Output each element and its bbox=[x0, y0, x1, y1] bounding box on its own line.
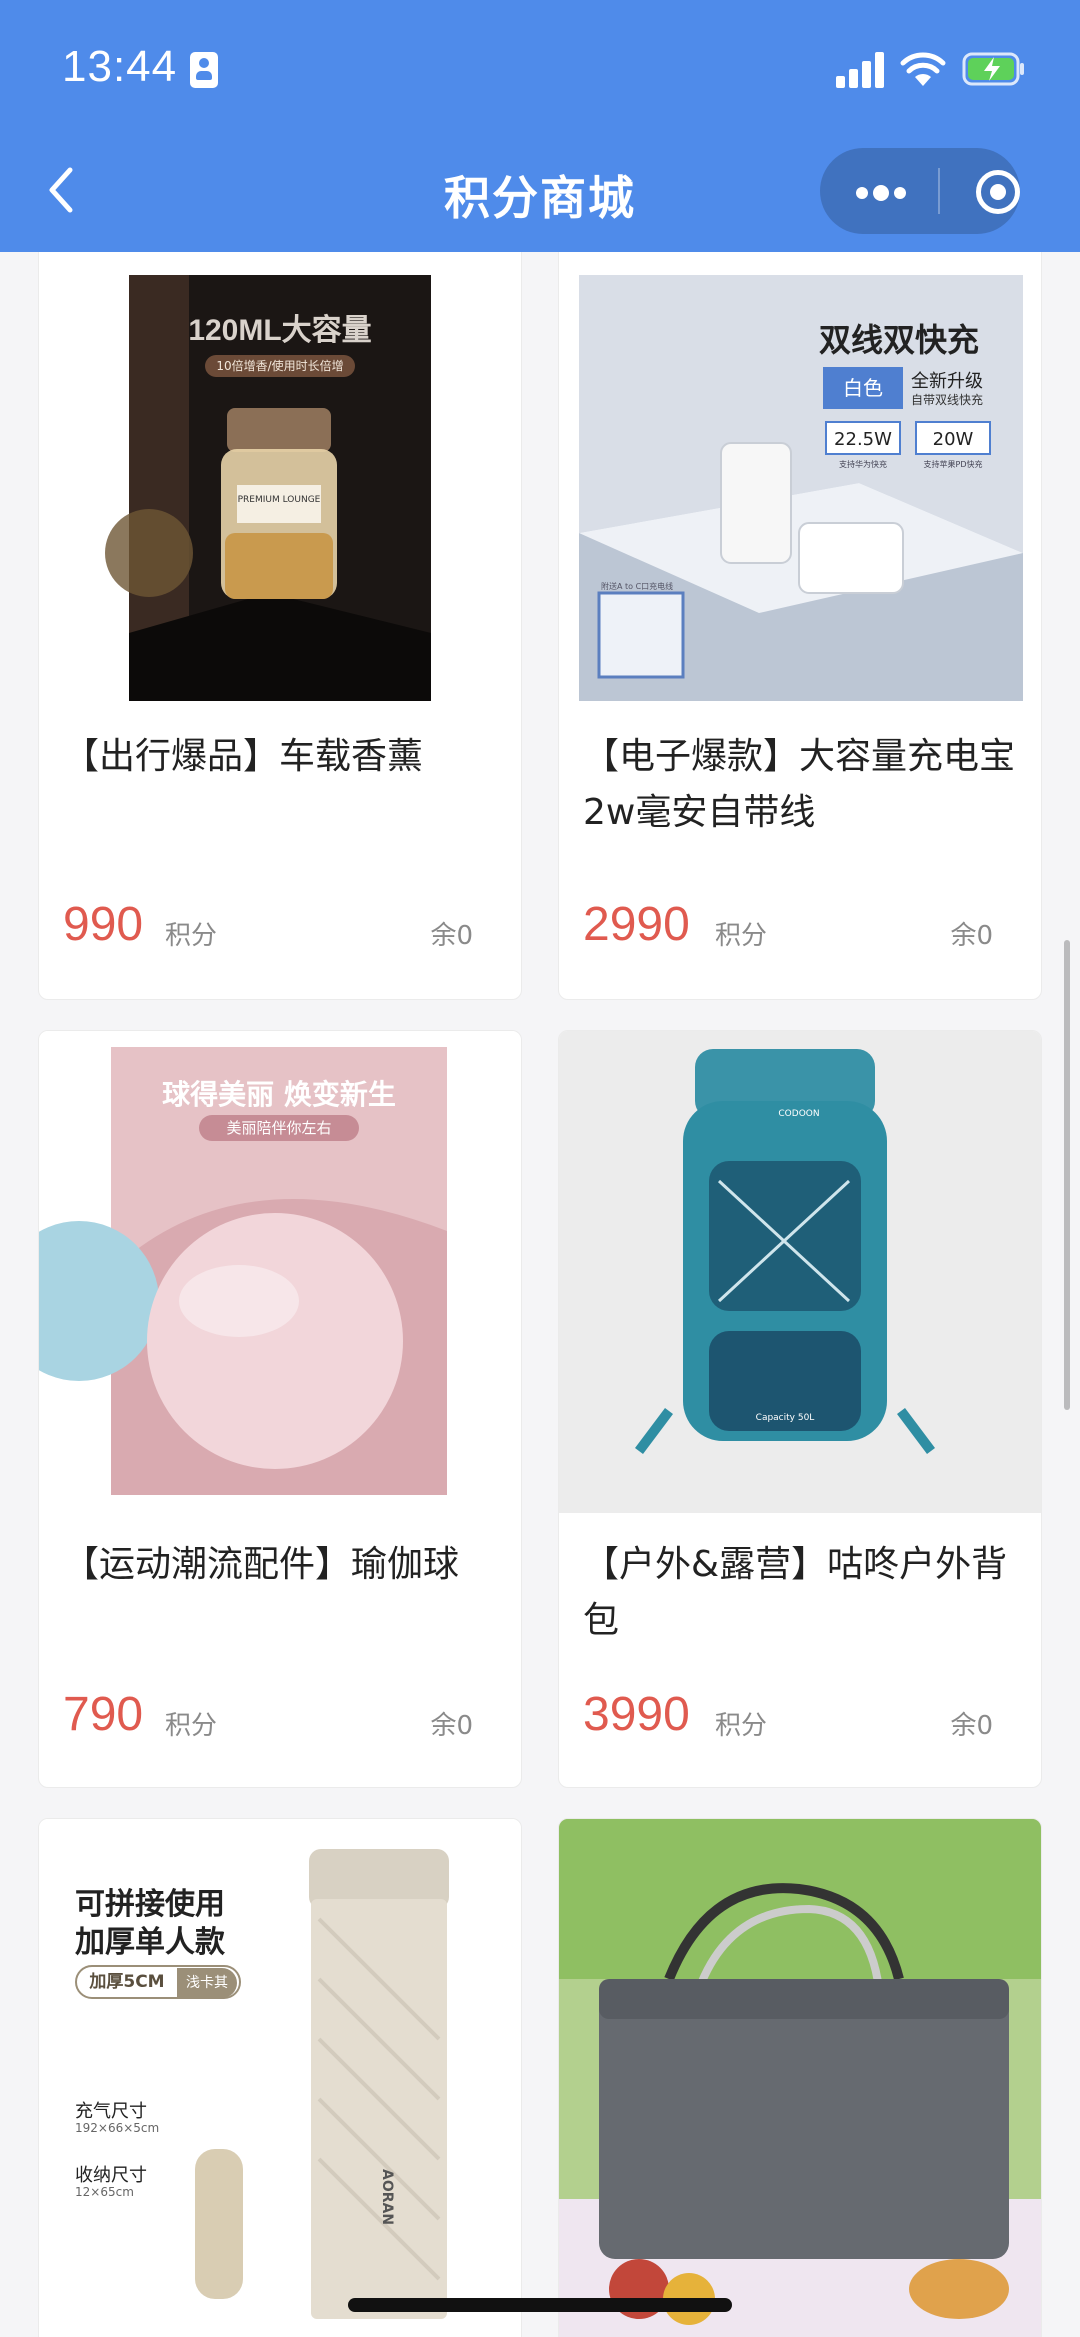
cellular-signal-icon bbox=[836, 52, 886, 88]
image-subtitle: 10倍增香/使用时长倍增 bbox=[205, 355, 355, 377]
stock-remaining: 余0 bbox=[950, 1711, 993, 1741]
product-card[interactable]: CODOON Capacity 50L 【户外&露营】咕咚户外背包 3990 积… bbox=[558, 1030, 1042, 1788]
product-card[interactable]: 球得美丽 焕变新生 美丽陪伴你左右 【运动潮流配件】瑜伽球 790 积分 余0 bbox=[38, 1030, 522, 1788]
inflate-label: 充气尺寸 bbox=[75, 2101, 147, 2122]
image-subtitle: 美丽陪伴你左右 bbox=[199, 1115, 359, 1141]
capacity-label: Capacity 50L bbox=[755, 1413, 815, 1423]
product-card[interactable] bbox=[558, 1818, 1042, 2337]
stock-remaining: 余0 bbox=[430, 921, 473, 951]
close-target-icon[interactable] bbox=[976, 170, 1020, 214]
price-unit: 积分 bbox=[715, 1711, 768, 1741]
status-time: 13:44 bbox=[62, 42, 178, 91]
pack-label: 收纳尺寸 bbox=[75, 2165, 147, 2186]
stock-remaining: 余0 bbox=[950, 921, 993, 951]
product-price: 990 bbox=[63, 898, 144, 951]
product-image: CODOON Capacity 50L bbox=[559, 1031, 1041, 1513]
bottle-label: PREMIUM LOUNGE bbox=[237, 495, 321, 505]
spec-22-5w-note: 支持华为快充 bbox=[839, 460, 887, 469]
spec-20w-note: 支持苹果PD快充 bbox=[923, 460, 983, 469]
product-name: 【电子爆款】大容量充电宝2w毫安自带线 bbox=[583, 736, 1016, 833]
product-image: 120ML大容量 10倍增香/使用时长倍增 PREMIUM LOUNGE bbox=[39, 252, 521, 703]
product-name: 【出行爆品】车载香薰 bbox=[63, 736, 424, 777]
product-image: 可拼接使用 加厚单人款 加厚5CM 浅卡其 充气尺寸 192×66×5cm 收纳尺… bbox=[39, 1819, 521, 2337]
battery-charging-icon bbox=[962, 52, 1024, 86]
thickness-tag: 加厚5CM 浅卡其 bbox=[75, 1965, 241, 1999]
wifi-icon bbox=[900, 52, 946, 86]
product-price: 790 bbox=[63, 1688, 144, 1741]
product-card[interactable]: 120ML大容量 10倍增香/使用时长倍增 PREMIUM LOUNGE 【出行… bbox=[38, 252, 522, 1000]
navigation-bar: 积分商城 bbox=[0, 140, 1080, 240]
product-name: 【户外&露营】咕咚户外背包 bbox=[583, 1544, 1008, 1641]
price-unit: 积分 bbox=[165, 921, 218, 951]
mini-program-capsule bbox=[820, 148, 1020, 234]
product-image: 双线双快充 白色 全新升级 自带双线快充 22.5W 20W 支持华为快充 支持… bbox=[559, 252, 1041, 703]
contact-card-icon bbox=[190, 52, 218, 88]
product-card[interactable]: 双线双快充 白色 全新升级 自带双线快充 22.5W 20W 支持华为快充 支持… bbox=[558, 252, 1042, 1000]
image-headline: 球得美丽 焕变新生 bbox=[162, 1078, 396, 1111]
pack-size: 12×65cm bbox=[75, 2185, 134, 2199]
price-unit: 积分 bbox=[165, 1711, 218, 1741]
product-grid: 120ML大容量 10倍增香/使用时长倍增 PREMIUM LOUNGE 【出行… bbox=[0, 252, 1080, 2337]
spec-20w: 20W bbox=[915, 421, 991, 455]
product-price: 2990 bbox=[583, 898, 690, 951]
brand-label: CODOON bbox=[778, 1109, 820, 1119]
price-unit: 积分 bbox=[715, 921, 768, 951]
home-indicator[interactable] bbox=[348, 2298, 732, 2312]
product-price: 3990 bbox=[583, 1688, 690, 1741]
product-card[interactable]: 可拼接使用 加厚单人款 加厚5CM 浅卡其 充气尺寸 192×66×5cm 收纳尺… bbox=[38, 1818, 522, 2337]
upgrade-subtext: 自带双线快充 bbox=[911, 393, 984, 407]
more-dots-icon[interactable] bbox=[856, 184, 911, 203]
color-tag: 白色 bbox=[823, 367, 903, 409]
cable-note: 附送A to C口充电线 bbox=[601, 582, 674, 591]
product-image bbox=[559, 1819, 1041, 2337]
app-header: 13:44 积分商城 bbox=[0, 0, 1080, 252]
image-headline: 双线双快充 bbox=[819, 321, 980, 359]
image-headline: 120ML大容量 bbox=[188, 314, 372, 347]
brand-label: AORAN bbox=[379, 2169, 395, 2226]
spec-22-5w: 22.5W bbox=[825, 421, 901, 455]
scrollbar[interactable] bbox=[1064, 940, 1070, 1410]
stock-remaining: 余0 bbox=[430, 1711, 473, 1741]
product-image: 球得美丽 焕变新生 美丽陪伴你左右 bbox=[39, 1031, 521, 1511]
thickness-tag-text: 加厚5CM bbox=[89, 1972, 165, 1992]
product-name: 【运动潮流配件】瑜伽球 bbox=[63, 1544, 460, 1585]
capsule-divider bbox=[938, 168, 940, 214]
image-line-2: 加厚单人款 bbox=[75, 1925, 225, 1960]
color-tag-text: 浅卡其 bbox=[177, 1968, 237, 1998]
status-bar: 13:44 bbox=[0, 42, 1080, 102]
upgrade-text: 全新升级 bbox=[911, 371, 983, 392]
inflate-size: 192×66×5cm bbox=[75, 2121, 160, 2135]
